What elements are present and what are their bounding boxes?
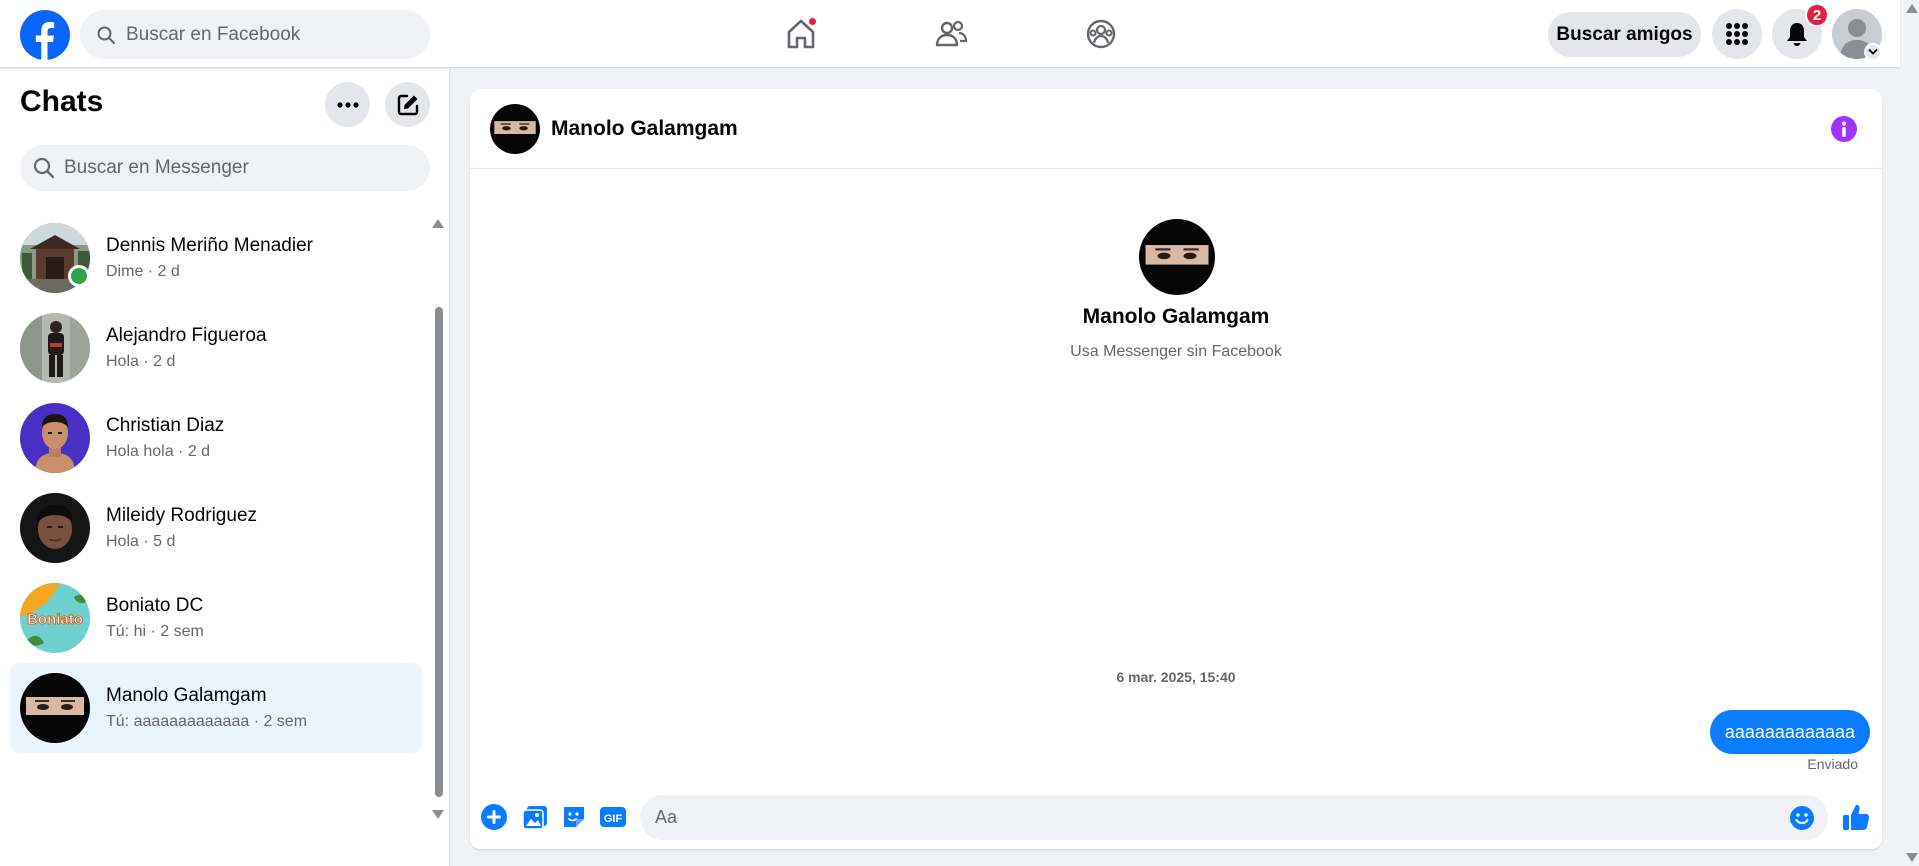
page-scroll-down-arrow-icon[interactable] [1906, 853, 1918, 862]
emoji-button[interactable] [1788, 804, 1816, 832]
friends-icon [935, 20, 968, 47]
more-dots-icon [336, 101, 359, 108]
nav-home[interactable] [781, 14, 821, 54]
chat-name: Christian Diaz [106, 415, 225, 436]
info-icon [1831, 116, 1857, 142]
svg-text:Boniato: Boniato [27, 611, 83, 628]
more-actions-button[interactable] [480, 803, 508, 831]
intro-avatar [1139, 219, 1215, 295]
conversation-panel: Manolo Galamgam Manolo Galamgam Usa Mess… [470, 89, 1882, 849]
home-notification-dot [807, 16, 818, 27]
gif-button[interactable]: GIF [599, 803, 627, 831]
scroll-up-arrow-icon[interactable] [432, 219, 444, 228]
avatar [20, 403, 90, 473]
bell-icon [1787, 23, 1807, 46]
new-message-button[interactable] [385, 82, 430, 127]
chat-name: Mileidy Rodriguez [106, 505, 258, 526]
chevron-down-icon [1868, 49, 1878, 55]
groups-icon [1086, 19, 1116, 49]
emoji-icon [1790, 806, 1814, 830]
conversation-info-button[interactable] [1830, 115, 1858, 143]
search-icon [33, 157, 55, 179]
chat-name: Boniato DC [106, 595, 204, 616]
message-input[interactable]: Aa [640, 795, 1828, 840]
compose-icon [397, 94, 418, 115]
chat-preview: Tú: aaaaaaaaaaaaa · 2 sem [106, 713, 308, 730]
top-navigation-bar: Buscar en Facebook Buscar amigos 2 [0, 0, 1900, 68]
nav-groups[interactable] [1081, 14, 1121, 54]
chat-name: Dennis Meriño Menadier [106, 235, 313, 256]
thumbs-up-icon [1843, 804, 1870, 830]
chat-item-boniato[interactable]: Boniato Boniato DC Tú: hi · 2 sem [10, 573, 422, 663]
avatar [20, 493, 90, 563]
scrollbar-thumb[interactable] [435, 307, 443, 797]
scroll-down-arrow-icon[interactable] [432, 810, 444, 819]
sticker-button[interactable] [560, 803, 588, 831]
conversation-header: Manolo Galamgam [470, 89, 1882, 169]
facebook-search-input[interactable]: Buscar en Facebook [80, 10, 430, 59]
nav-friends[interactable] [931, 14, 971, 54]
contact-name[interactable]: Manolo Galamgam [551, 117, 738, 141]
image-icon [522, 806, 547, 830]
chat-list-scrollbar[interactable] [432, 219, 446, 819]
chats-title: Chats [20, 85, 104, 118]
chat-name: Alejandro Figueroa [106, 325, 267, 346]
messenger-search-placeholder: Buscar en Messenger [64, 157, 249, 178]
svg-text:GIF: GIF [604, 813, 623, 825]
search-icon [97, 26, 115, 44]
chat-preview: Hola hola · 2 d [106, 443, 211, 460]
message-timestamp: 6 mar. 2025, 15:40 [1116, 669, 1236, 685]
intro-contact-name: Manolo Galamgam [1082, 305, 1270, 328]
chat-preview: Hola · 5 d [106, 533, 176, 550]
menu-button[interactable] [1712, 9, 1762, 59]
search-placeholder: Buscar en Facebook [126, 23, 301, 45]
chats-sidebar: Chats Buscar en Messenger Dennis Meriño … [0, 69, 450, 866]
chat-item-dennis[interactable]: Dennis Meriño Menadier Dime · 2 d [10, 213, 422, 303]
plus-circle-icon [481, 804, 507, 830]
message-status: Enviado [1807, 756, 1858, 772]
account-menu-chevron[interactable] [1864, 43, 1882, 61]
message-input-placeholder: Aa [655, 807, 678, 827]
chat-item-christian[interactable]: Christian Diaz Hola hola · 2 d [10, 393, 422, 483]
avatar [20, 673, 90, 743]
grid-menu-icon [1726, 23, 1748, 45]
chat-name: Manolo Galamgam [106, 685, 267, 706]
send-like-button[interactable] [1840, 801, 1872, 833]
avatar: Boniato [20, 583, 90, 653]
chat-preview: Tú: hi · 2 sem [106, 623, 204, 640]
avatar [20, 313, 90, 383]
chat-preview: Dime · 2 d [106, 263, 180, 280]
facebook-logo-icon[interactable] [20, 10, 70, 60]
message-composer: GIF Aa [470, 789, 1882, 849]
messenger-search-input[interactable]: Buscar en Messenger [20, 145, 430, 191]
chats-options-button[interactable] [325, 82, 370, 127]
intro-subtitle: Usa Messenger sin Facebook [1070, 343, 1282, 360]
chat-preview: Hola · 2 d [106, 353, 176, 370]
online-status-dot [68, 265, 90, 287]
chat-item-mileidy[interactable]: Mileidy Rodriguez Hola · 5 d [10, 483, 422, 573]
notifications-badge: 2 [1805, 3, 1829, 27]
sticker-icon [564, 807, 584, 827]
chat-list: Dennis Meriño Menadier Dime · 2 d Alejan… [10, 213, 422, 753]
gif-icon: GIF [600, 807, 626, 827]
chat-item-manolo[interactable]: Manolo Galamgam Tú: aaaaaaaaaaaaa · 2 se… [10, 663, 422, 753]
page-scroll-up-arrow-icon[interactable] [1906, 4, 1918, 13]
message-bubble-sent[interactable]: aaaaaaaaaaaaa [1709, 710, 1870, 754]
contact-avatar[interactable] [490, 104, 540, 154]
attach-photo-button[interactable] [521, 803, 549, 831]
find-friends-button[interactable]: Buscar amigos [1548, 12, 1701, 57]
chat-item-alejandro[interactable]: Alejandro Figueroa Hola · 2 d [10, 303, 422, 393]
